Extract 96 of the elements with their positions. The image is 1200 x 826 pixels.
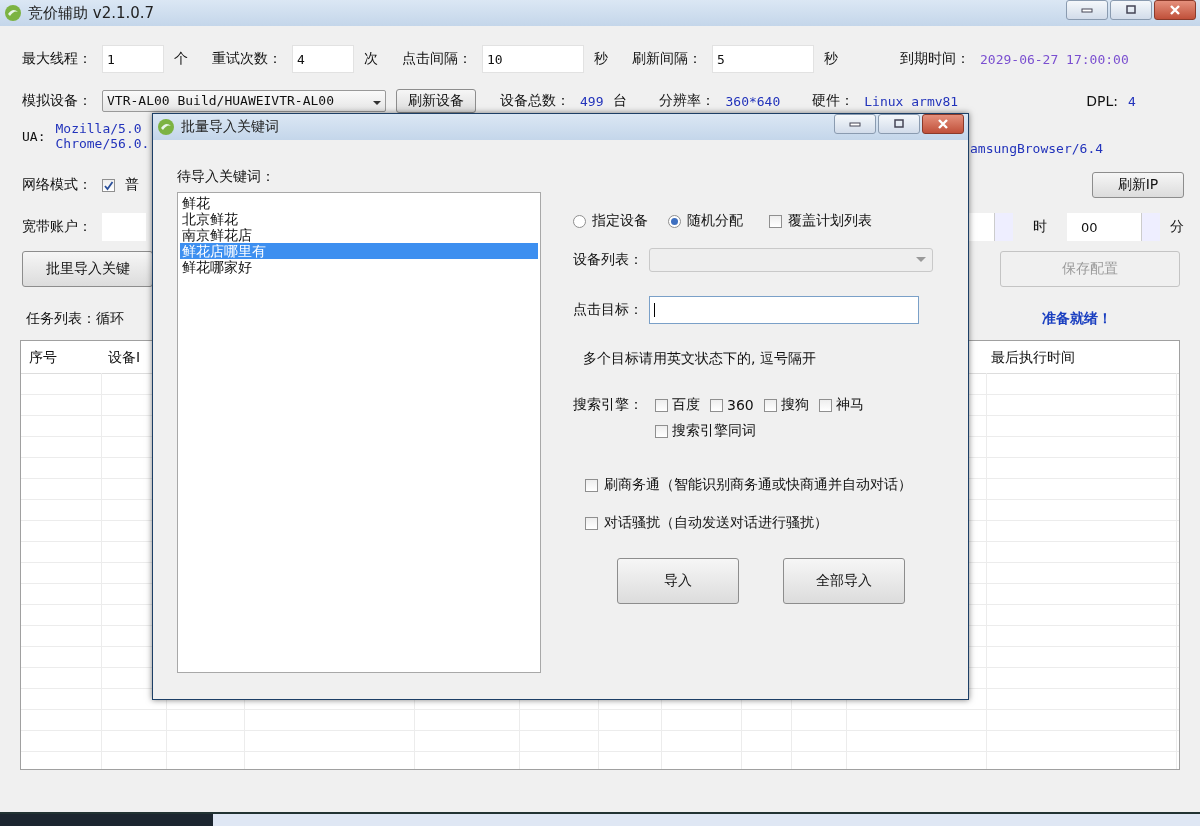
number-field[interactable]: 10	[482, 45, 584, 73]
checkbox[interactable]	[585, 478, 598, 492]
minimize-button[interactable]	[834, 114, 876, 134]
list-label: 待导入关键词：	[177, 168, 276, 186]
window-title: 竞价辅助 v2.1.0.7	[28, 3, 155, 23]
keyword-list[interactable]: 鲜花 北京鲜花 南京鲜花店 鲜花店哪里有 鲜花哪家好	[177, 192, 541, 673]
field-label: 设备列表：	[573, 251, 643, 269]
checkbox-label: 百度	[672, 396, 700, 414]
caret-icon	[373, 101, 381, 105]
unit-label: 时	[1033, 218, 1047, 236]
checkbox[interactable]	[585, 516, 598, 530]
checkbox[interactable]	[102, 178, 115, 192]
column-header: 设备I	[108, 349, 141, 367]
radio-button[interactable]	[668, 214, 681, 228]
keyword-item[interactable]: 北京鲜花	[180, 211, 538, 227]
caret-icon	[916, 257, 926, 263]
number-field[interactable]: 1	[102, 45, 164, 73]
close-icon	[1168, 5, 1182, 15]
keyword-item[interactable]: 鲜花哪家好	[180, 259, 538, 275]
maximize-button[interactable]	[878, 114, 920, 134]
checkbox[interactable]	[769, 214, 782, 228]
number-field[interactable]: 5	[712, 45, 814, 73]
keyword-item[interactable]: 南京鲜花店	[180, 227, 538, 243]
unit-label: 台	[613, 92, 628, 110]
close-icon	[936, 119, 950, 129]
close-button[interactable]	[1154, 0, 1196, 20]
unit-label: 秒	[824, 50, 838, 68]
checkbox[interactable]	[710, 398, 723, 412]
batch-import-button[interactable]: 批里导入关键	[22, 251, 153, 287]
checkbox[interactable]	[655, 424, 668, 438]
field-label: 宽带账户：	[22, 218, 92, 236]
field-label: 硬件：	[812, 92, 855, 110]
field-label: 到期时间：	[900, 50, 970, 68]
import-button[interactable]: 全部导入	[783, 558, 905, 604]
account-field[interactable]	[102, 213, 146, 241]
field-label: DPL:	[1086, 93, 1118, 109]
field-label: 模拟设备：	[22, 92, 92, 110]
hint-text: 多个目标请用英文状态下的, 逗号隔开	[583, 350, 817, 368]
field-label: 点击间隔：	[402, 50, 472, 68]
refresh-devices-button[interactable]: 刷新设备	[396, 89, 476, 113]
field-label: 设备总数：	[500, 92, 570, 110]
maximize-button[interactable]	[1110, 0, 1152, 20]
checkbox-label: 神马	[835, 396, 864, 414]
close-button[interactable]	[922, 114, 964, 134]
minute-spinner[interactable]: 00	[1067, 213, 1160, 241]
radio-label: 指定设备	[592, 212, 648, 230]
radio-label: 随机分配	[687, 212, 743, 230]
stat-value: 499	[580, 93, 604, 109]
dialog-logo-icon	[157, 118, 175, 136]
minimize-icon	[848, 120, 862, 128]
checkbox[interactable]	[763, 398, 777, 412]
checkbox[interactable]	[818, 398, 832, 412]
field-label: 搜索引擎：	[573, 396, 643, 414]
stat-value: Linux armv81	[864, 93, 959, 109]
device-dropdown[interactable]: VTR-AL00 Build/HUAWEIVTR-AL00	[102, 90, 386, 112]
import-button[interactable]: 导入	[617, 558, 739, 604]
field-label: UA:	[22, 128, 46, 144]
unit-label: 分	[1170, 218, 1184, 236]
task-list-label: 任务列表：循环	[26, 310, 124, 328]
refresh-ip-button[interactable]: 刷新IP	[1092, 172, 1184, 198]
field-label: 最大线程：	[22, 50, 92, 68]
checkbox-label: 搜索引擎同词	[672, 422, 756, 440]
unit-label: 次	[364, 50, 378, 68]
checkbox-label: 搜狗	[780, 396, 809, 414]
column-header: 最后执行时间	[991, 349, 1075, 367]
field-label: 重试次数：	[212, 50, 282, 68]
unit-label: 个	[174, 50, 188, 68]
checkbox-label: 刷商务通（智能识别商务通或快商通并自动对话）	[604, 476, 912, 494]
unit-label: 秒	[594, 50, 608, 68]
keyword-item[interactable]: 鲜花	[180, 195, 538, 211]
target-input[interactable]	[649, 296, 919, 324]
field-label: 网络模式：	[22, 176, 92, 194]
checkbox-label: 360	[727, 397, 754, 413]
checkbox-label: 覆盖计划列表	[788, 212, 872, 230]
user-agent-text: Mozilla/5.0	[55, 121, 143, 136]
stat-value: 4	[1127, 93, 1136, 109]
minimize-icon	[1080, 6, 1094, 14]
user-agent-text: amsungBrowser/6.4	[970, 141, 1104, 156]
radio-button[interactable]	[573, 214, 586, 228]
stat-value: 360*640	[725, 93, 781, 109]
app-logo-icon	[4, 4, 22, 22]
user-agent-text: Chrome/56.0.	[55, 136, 150, 151]
maximize-icon	[892, 119, 906, 129]
dialog-title: 批量导入关键词	[181, 118, 279, 136]
field-label: 点击目标：	[573, 301, 643, 319]
checkbox-label: 对话骚扰（自动发送对话进行骚扰）	[604, 514, 828, 532]
minimize-button[interactable]	[1066, 0, 1108, 20]
checkbox-label: 普	[125, 176, 139, 194]
checkbox[interactable]	[655, 398, 668, 412]
expiry-value: 2029-06-27 17:00:00	[980, 51, 1129, 67]
field-label: 刷新间隔：	[632, 50, 702, 68]
column-header: 序号	[29, 349, 57, 367]
maximize-icon	[1124, 5, 1138, 15]
number-field[interactable]: 4	[292, 45, 354, 73]
field-label: 分辨率：	[659, 92, 716, 110]
status-text: 准备就绪！	[1042, 310, 1112, 328]
